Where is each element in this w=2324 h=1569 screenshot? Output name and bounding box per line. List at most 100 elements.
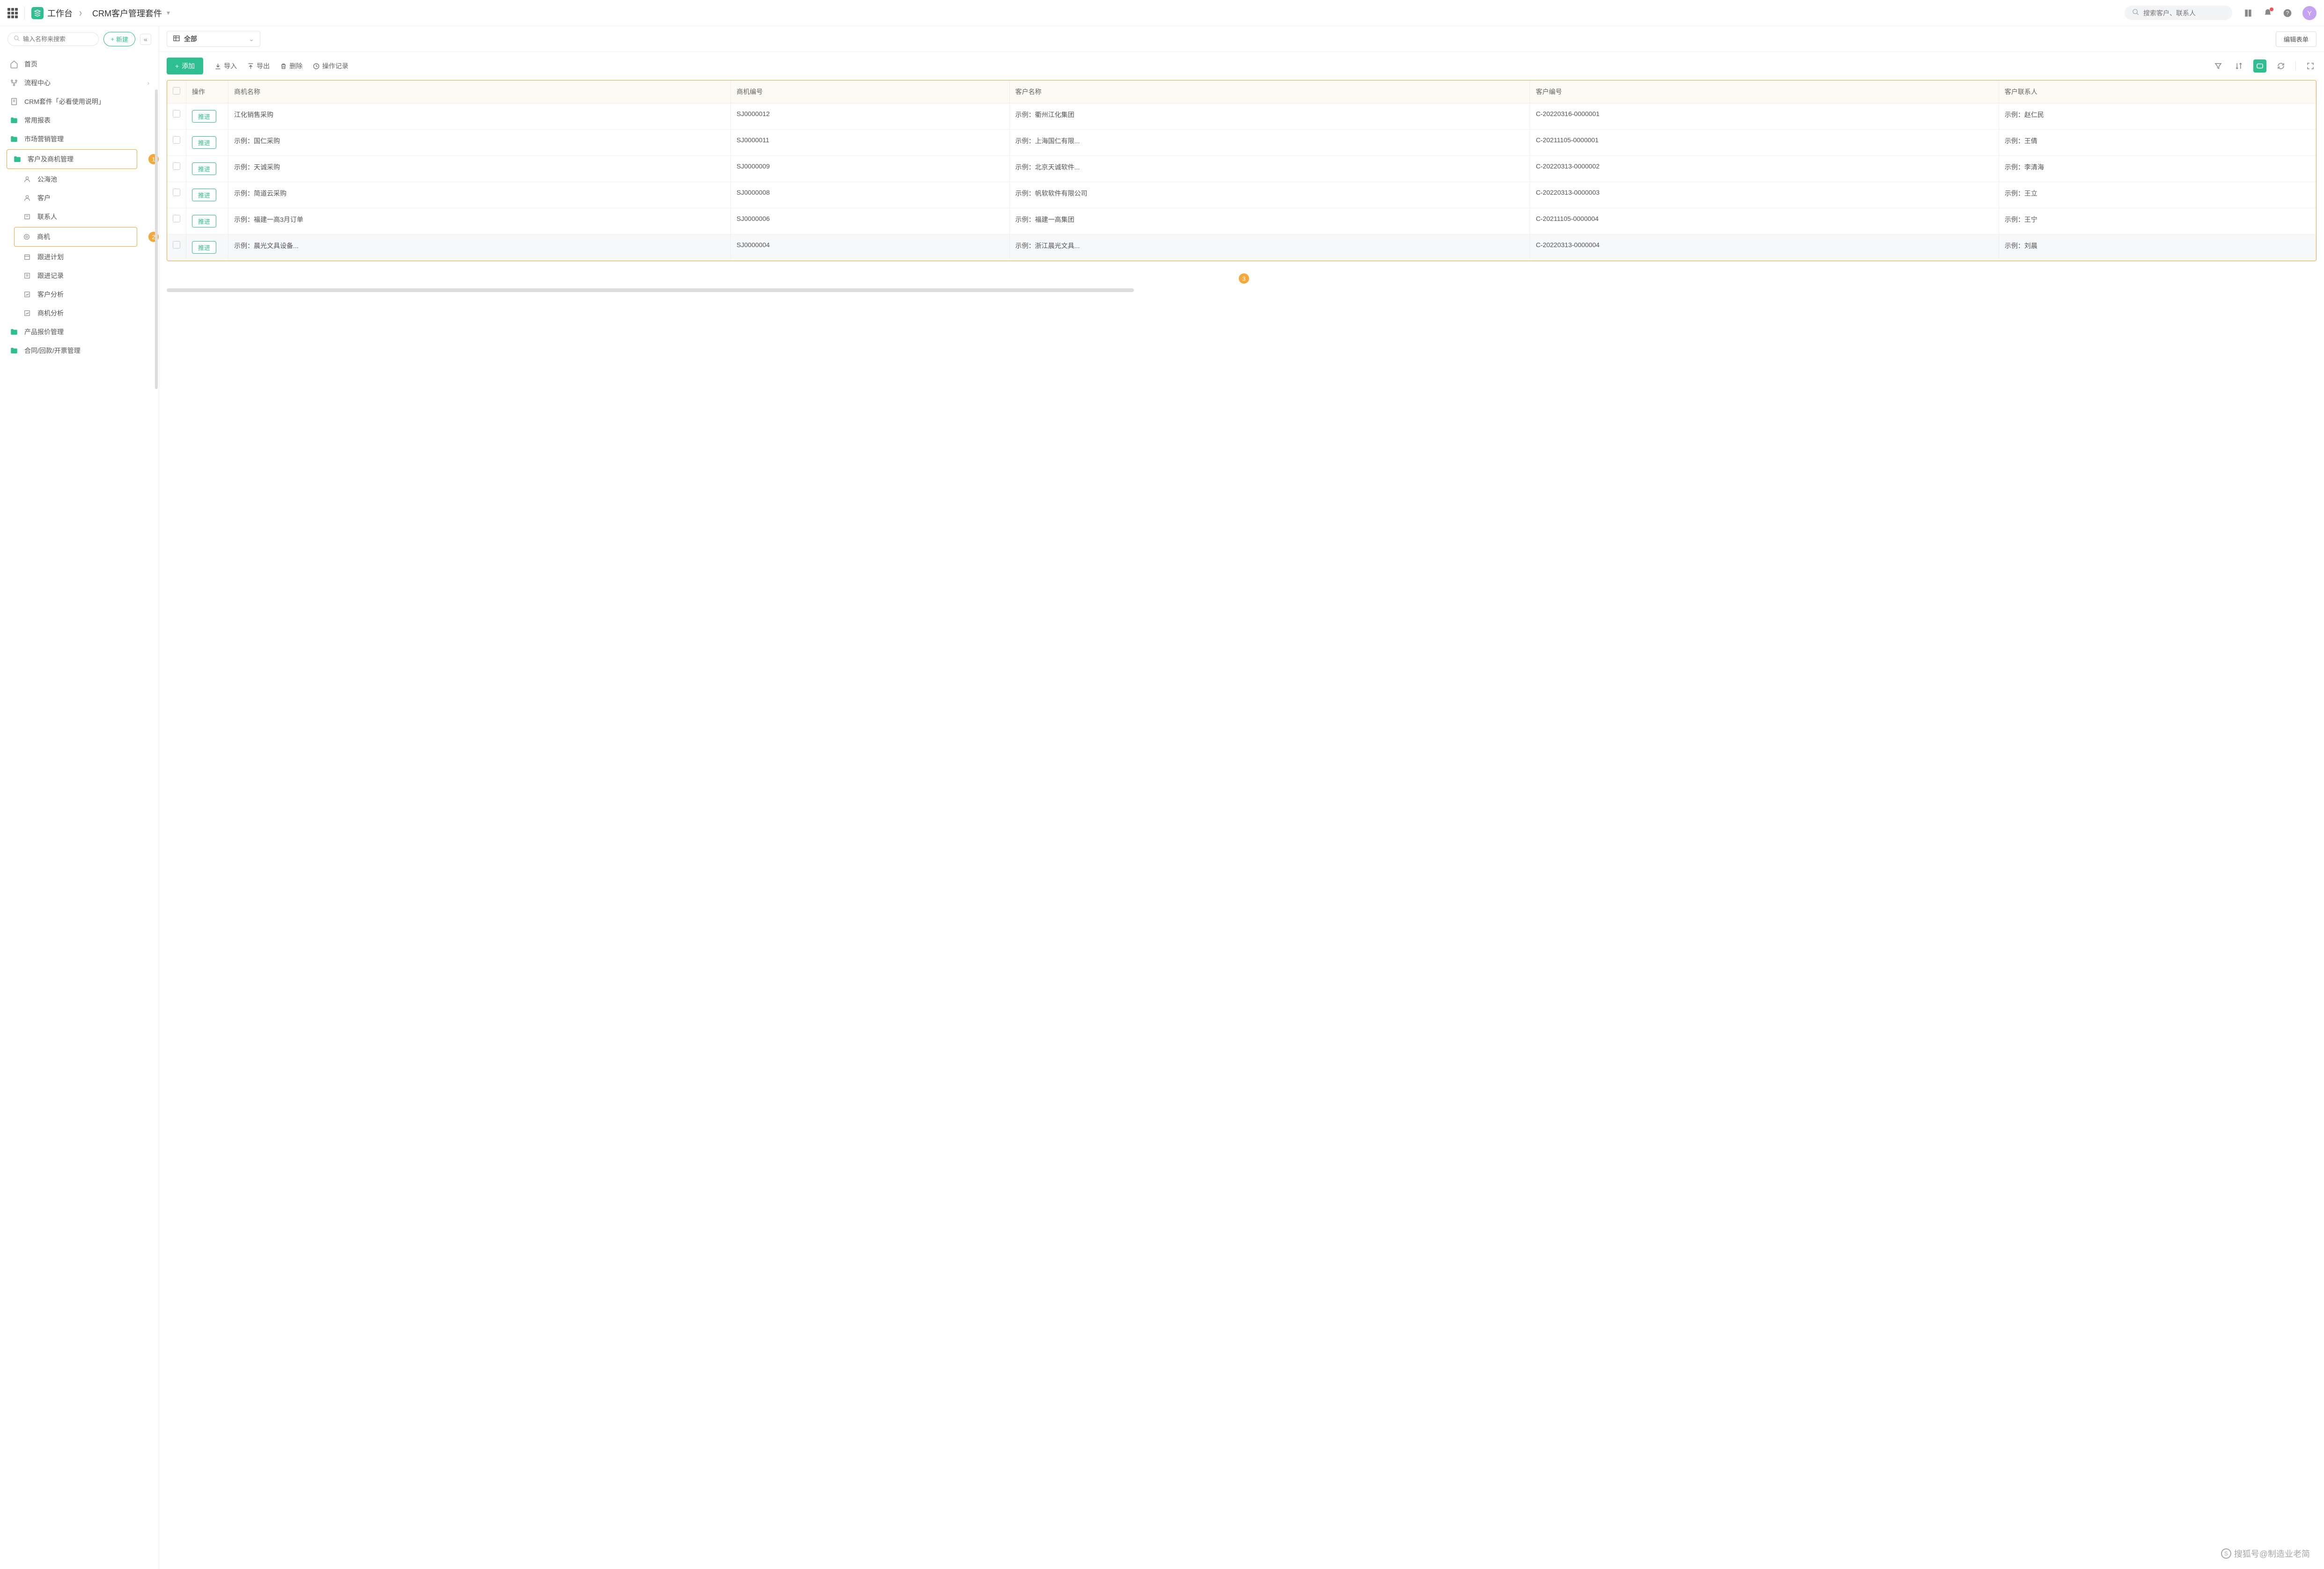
cell-name: 江化销售采购 — [228, 103, 731, 130]
nav-crm-guide[interactable]: CRM套件「必看使用说明」 — [0, 92, 159, 111]
breadcrumb-suite[interactable]: CRM客户管理套件 — [92, 7, 162, 19]
plus-icon: + — [175, 62, 179, 70]
nav-pool[interactable]: 公海池 — [0, 170, 159, 189]
suite-dropdown-icon[interactable]: ▾ — [167, 9, 170, 17]
chart-icon — [22, 291, 32, 298]
collapse-sidebar-button[interactable]: « — [140, 34, 151, 45]
fullscreen-icon[interactable] — [2304, 60, 2317, 72]
log-button[interactable]: 操作记录 — [313, 61, 348, 71]
cell-customer-code: C-20220313-0000004 — [1530, 235, 1999, 261]
push-button[interactable]: 推进 — [192, 136, 216, 149]
nav-opportunity[interactable]: 商机 — [15, 227, 137, 246]
cell-customer: 示例：福建一高集团 — [1009, 208, 1530, 235]
horizontal-scrollbar-track[interactable] — [167, 288, 2317, 293]
nav-label: 跟进计划 — [37, 252, 64, 262]
push-button[interactable]: 推进 — [192, 241, 216, 254]
push-button[interactable]: 推进 — [192, 162, 216, 175]
import-button[interactable]: 导入 — [214, 61, 237, 71]
breadcrumb-workspace[interactable]: 工作台 — [47, 7, 73, 19]
nav-label: 联系人 — [37, 212, 57, 221]
push-button[interactable]: 推进 — [192, 110, 216, 123]
push-button[interactable]: 推进 — [192, 215, 216, 227]
nav-home[interactable]: 首页 — [0, 55, 159, 73]
document-icon — [9, 97, 19, 106]
table-row[interactable]: 推进示例：福建一高3月订单SJ0000006示例：福建一高集团C-2021110… — [167, 208, 2316, 235]
row-checkbox[interactable] — [173, 189, 180, 196]
nav-customer-analysis[interactable]: 客户分析 — [0, 285, 159, 304]
export-button[interactable]: 导出 — [247, 61, 270, 71]
filter-icon[interactable] — [2212, 60, 2224, 72]
horizontal-scrollbar-thumb[interactable] — [167, 288, 1134, 292]
col-name: 商机名称 — [228, 81, 731, 103]
cell-code: SJ0000009 — [731, 156, 1009, 182]
nav-followup-record[interactable]: 跟进记录 — [0, 266, 159, 285]
cell-contact: 示例：刘晨 — [1999, 235, 2316, 261]
nav-customer[interactable]: 客户 — [0, 189, 159, 207]
chevron-right-icon: › — [147, 79, 149, 87]
view-mode-icon[interactable] — [2253, 59, 2266, 73]
cell-customer: 示例：北京天诚软件... — [1009, 156, 1530, 182]
table-row[interactable]: 推进示例：晨光文具设备...SJ0000004示例：浙江晨光文具...C-202… — [167, 235, 2316, 261]
book-icon[interactable] — [2243, 8, 2253, 18]
home-icon — [9, 60, 19, 68]
delete-button[interactable]: 删除 — [280, 61, 302, 71]
view-selector[interactable]: 全部 ⌄ — [167, 31, 260, 47]
nav-customer-opportunity[interactable]: 客户及商机管理 — [7, 150, 137, 169]
sidebar-search[interactable] — [7, 32, 99, 46]
select-all-checkbox[interactable] — [173, 87, 180, 95]
svg-text:?: ? — [2286, 10, 2289, 16]
nav-contract-payment[interactable]: 合同/回款/开票管理 — [0, 341, 159, 360]
global-search[interactable] — [2125, 6, 2232, 20]
nav-label: 流程中心 — [24, 78, 51, 88]
row-checkbox[interactable] — [173, 136, 180, 144]
nav-marketing[interactable]: 市场营销管理 — [0, 130, 159, 148]
add-button[interactable]: + 添加 — [167, 58, 203, 74]
cell-contact: 示例：李清海 — [1999, 156, 2316, 182]
user-avatar[interactable]: Y — [2302, 6, 2317, 20]
table-icon — [173, 35, 180, 44]
table-row[interactable]: 推进江化销售采购SJ0000012示例：衢州江化集团C-20220316-000… — [167, 103, 2316, 130]
col-contact: 客户联系人 — [1999, 81, 2316, 103]
nav-followup-plan[interactable]: 跟进计划 — [0, 248, 159, 266]
row-checkbox[interactable] — [173, 162, 180, 170]
row-checkbox[interactable] — [173, 215, 180, 222]
sort-icon[interactable] — [2233, 60, 2245, 72]
row-checkbox[interactable] — [173, 241, 180, 249]
target-icon — [22, 233, 31, 241]
refresh-icon[interactable] — [2275, 60, 2287, 72]
nav-flow-center[interactable]: 流程中心 › — [0, 73, 159, 92]
nav-contact[interactable]: 联系人 — [0, 207, 159, 226]
table-row[interactable]: 推进示例：国仁采购SJ0000011示例：上海国仁有限...C-20211105… — [167, 130, 2316, 156]
folder-icon — [9, 346, 19, 355]
nav-label: 公海池 — [37, 175, 57, 184]
global-search-input[interactable] — [2143, 9, 2225, 17]
nav-opportunity-analysis[interactable]: 商机分析 — [0, 304, 159, 323]
table-row[interactable]: 推进示例：天诚采购SJ0000009示例：北京天诚软件...C-20220313… — [167, 156, 2316, 182]
cell-customer-code: C-20220316-0000001 — [1530, 103, 1999, 130]
app-logo[interactable] — [31, 7, 44, 19]
edit-form-button[interactable]: 编辑表单 — [2276, 31, 2317, 47]
row-checkbox[interactable] — [173, 110, 180, 117]
push-button[interactable]: 推进 — [192, 189, 216, 201]
cell-contact: 示例：赵仁民 — [1999, 103, 2316, 130]
cell-name: 示例：简道云采购 — [228, 182, 731, 208]
col-action: 操作 — [186, 81, 228, 103]
nav-common-reports[interactable]: 常用报表 — [0, 111, 159, 130]
help-icon[interactable]: ? — [2283, 8, 2292, 18]
nav-product-quote[interactable]: 产品报价管理 — [0, 323, 159, 341]
notification-dot — [2270, 7, 2273, 11]
table-row[interactable]: 推进示例：简道云采购SJ0000008示例：帆软软件有限公司C-20220313… — [167, 182, 2316, 208]
new-button[interactable]: +新建 — [103, 32, 135, 46]
cell-name: 示例：晨光文具设备... — [228, 235, 731, 261]
sidebar-search-input[interactable] — [23, 36, 93, 43]
bell-icon[interactable] — [2263, 8, 2273, 18]
cell-contact: 示例：王立 — [1999, 182, 2316, 208]
separator — [2295, 61, 2296, 71]
nav-label: 跟进记录 — [37, 271, 64, 280]
col-customer: 客户名称 — [1009, 81, 1530, 103]
chevron-right-icon: › — [79, 6, 82, 20]
sidebar-scrollbar[interactable] — [155, 89, 158, 389]
person-icon — [22, 194, 32, 202]
cell-customer: 示例：衢州江化集团 — [1009, 103, 1530, 130]
apps-grid-icon[interactable] — [7, 8, 18, 18]
